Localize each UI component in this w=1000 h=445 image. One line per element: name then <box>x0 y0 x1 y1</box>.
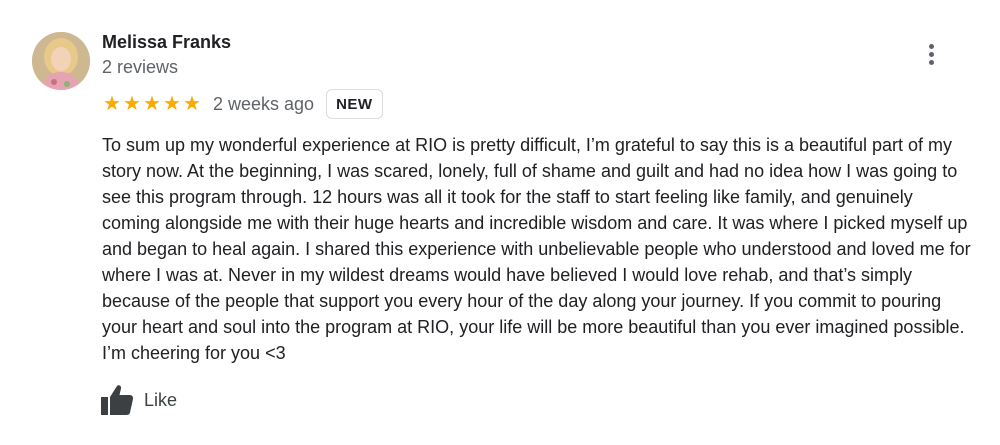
review-count: 2 reviews <box>102 57 179 77</box>
review-date: 2 weeks ago <box>213 93 315 114</box>
star-icon: ★ <box>163 93 181 115</box>
new-badge: NEW <box>326 89 383 119</box>
more-options-icon[interactable] <box>916 40 946 70</box>
like-label: Like <box>144 389 178 410</box>
star-icon: ★ <box>183 93 201 115</box>
avatar[interactable] <box>32 32 90 90</box>
star-icon: ★ <box>143 93 161 115</box>
review-card: Melissa Franks 2 reviews ★ ★ ★ ★ ★ 2 weeks a… <box>0 0 1000 445</box>
star-rating: ★ ★ ★ ★ ★ <box>102 94 202 114</box>
like-button[interactable]: Like <box>100 384 177 416</box>
star-icon: ★ <box>103 93 121 115</box>
star-icon: ★ <box>123 93 141 115</box>
rating-row: ★ ★ ★ ★ ★ 2 weeks ago NEW <box>102 88 383 120</box>
review-text: To sum up my wonderful experience at RIO… <box>102 135 971 363</box>
thumbs-up-icon <box>101 385 134 415</box>
reviewer-name[interactable]: Melissa Franks <box>102 32 231 53</box>
